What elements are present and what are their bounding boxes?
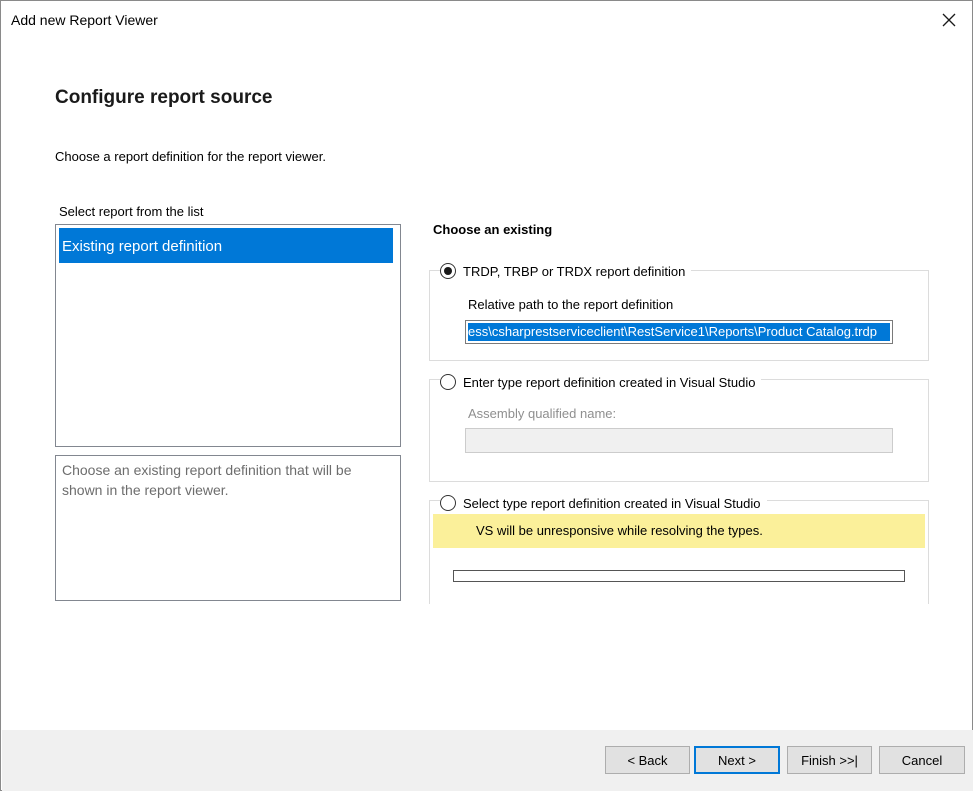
page-title: Configure report source xyxy=(55,87,273,108)
radio-unchecked-icon xyxy=(440,374,456,390)
assembly-input xyxy=(465,428,893,453)
dialog-window: Add new Report Viewer Configure report s… xyxy=(0,0,973,791)
report-list-label: Select report from the list xyxy=(59,204,204,219)
report-listbox[interactable]: Existing report definition xyxy=(55,224,401,447)
radio-file-definition[interactable]: TRDP, TRBP or TRDX report definition xyxy=(440,261,692,281)
cancel-button[interactable]: Cancel xyxy=(879,746,965,774)
path-input[interactable]: ess\csharprestserviceclient\RestService1… xyxy=(465,320,893,344)
progress-bar xyxy=(453,570,905,582)
back-button[interactable]: < Back xyxy=(605,746,690,774)
section-title: Choose an existing xyxy=(433,222,553,237)
warning-banner: VS will be unresponsive while resolving … xyxy=(433,514,925,548)
window-title: Add new Report Viewer xyxy=(11,12,158,28)
radio-select-type[interactable]: Select type report definition created in… xyxy=(440,493,767,513)
page-subtitle: Choose a report definition for the repor… xyxy=(55,149,326,164)
path-label: Relative path to the report definition xyxy=(468,297,674,312)
finish-button[interactable]: Finish >>| xyxy=(787,746,872,774)
next-button[interactable]: Next > xyxy=(694,746,780,774)
path-input-value: ess\csharprestserviceclient\RestService1… xyxy=(468,323,890,341)
assembly-label: Assembly qualified name: xyxy=(468,406,617,421)
radio-select-type-label: Select type report definition created in… xyxy=(463,495,761,511)
radio-type-definition[interactable]: Enter type report definition created in … xyxy=(440,372,762,392)
radio-file-definition-label: TRDP, TRBP or TRDX report definition xyxy=(463,263,686,279)
list-item-existing-report-definition[interactable]: Existing report definition xyxy=(59,228,393,263)
file-definition-group xyxy=(429,270,929,361)
radio-type-definition-label: Enter type report definition created in … xyxy=(463,374,756,390)
close-icon xyxy=(942,13,956,27)
radio-checked-icon xyxy=(440,263,456,279)
close-button[interactable] xyxy=(934,5,964,35)
radio-unchecked-icon xyxy=(440,495,456,511)
report-description: Choose an existing report definition tha… xyxy=(55,455,401,601)
